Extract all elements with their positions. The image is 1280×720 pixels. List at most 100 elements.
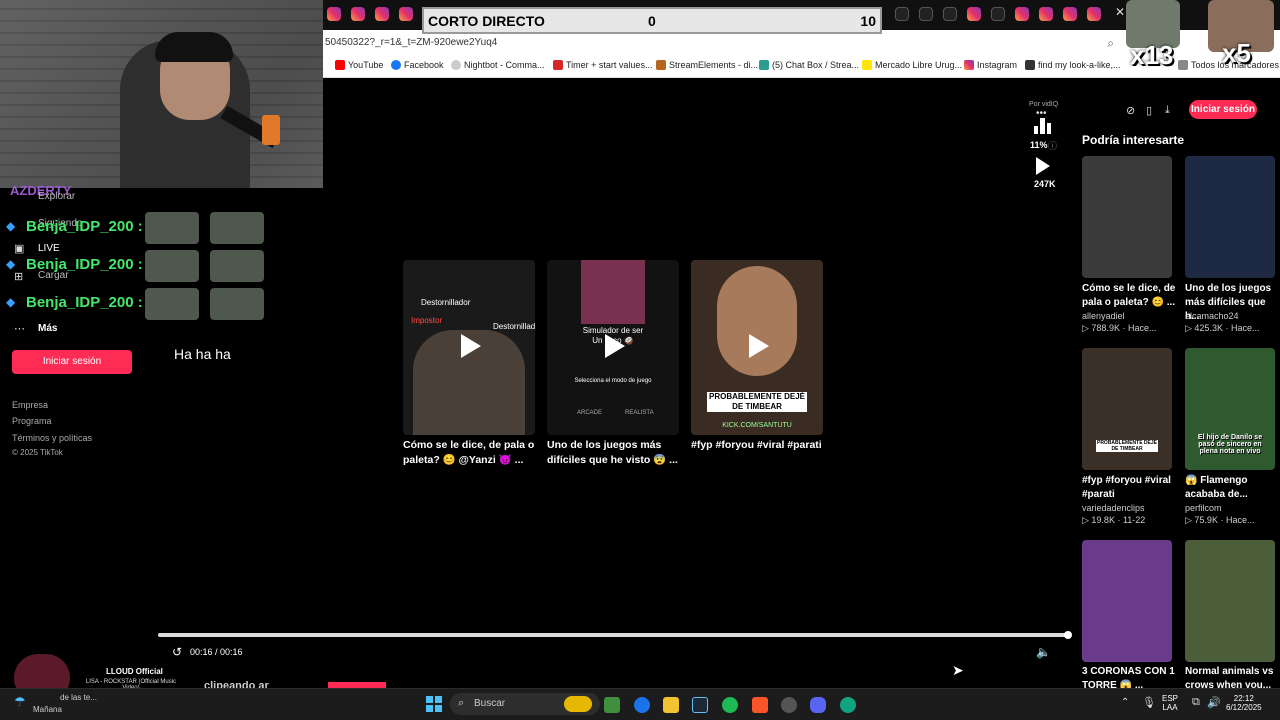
views-play-icon (1036, 157, 1050, 175)
phone-icon[interactable]: ▯ (1146, 104, 1152, 117)
chat-message: Ha ha ha (174, 346, 231, 362)
footer-programa[interactable]: Programa (12, 416, 52, 426)
language-indicator[interactable]: ESP LAA (1162, 694, 1178, 712)
microphone-icon[interactable]: 🎙 (1142, 696, 1156, 709)
footer-terminos[interactable]: Términos y políticas (12, 433, 92, 443)
obs-icon[interactable] (781, 697, 797, 713)
brave-icon[interactable] (752, 697, 768, 713)
chat-emote (210, 288, 264, 320)
footer-empresa[interactable]: Empresa (12, 400, 48, 410)
video-caption[interactable]: Cómo se le dice, de pala o paleta? 😊 @Ya… (403, 438, 535, 468)
display-icon[interactable]: ⧉ (1192, 696, 1200, 709)
weather-label[interactable]: Mañana (33, 705, 62, 714)
instagram-tab-icon[interactable] (351, 7, 365, 21)
instagram-tab-icon[interactable] (399, 7, 413, 21)
tiktok-tab-icon[interactable] (943, 7, 957, 21)
download-icon[interactable]: ⤓ (1165, 104, 1170, 117)
recommendation-card[interactable] (1185, 156, 1275, 278)
video-card[interactable]: PROBABLEMENTE DEJÉ DE TIMBEAR KICK.COM/S… (691, 260, 823, 435)
zoom-icon[interactable]: ⌕ (1107, 30, 1114, 56)
login-button-top[interactable]: Iniciar sesión (1189, 100, 1257, 119)
weather-icon: ☂ (14, 694, 26, 709)
streamelements-icon (656, 60, 666, 70)
time-display: 00:16 / 00:16 (190, 647, 243, 657)
video-caption[interactable]: #fyp #foryou #viral #parati (691, 438, 823, 453)
thumbnail-person (581, 260, 645, 324)
bookmark-instagram[interactable]: Instagram (964, 60, 1017, 70)
weather-widget-icon (564, 696, 592, 712)
bookmark-lookalike[interactable]: find my look-a-like,... (1025, 60, 1121, 70)
recommendation-author[interactable]: allenyadiel (1082, 311, 1125, 321)
recommendation-card[interactable] (1082, 540, 1172, 662)
bookmark-nightbot[interactable]: Nightbot - Comma... (451, 60, 545, 70)
steam-icon[interactable] (692, 697, 708, 713)
discord-icon[interactable] (810, 697, 826, 713)
bar-chart-icon[interactable] (1034, 118, 1052, 134)
lamp (262, 115, 280, 145)
recommendation-author[interactable]: elcamacho24 (1185, 311, 1239, 321)
tiktok-tab-icon[interactable] (895, 7, 909, 21)
tiktok-tab-icon[interactable] (991, 7, 1005, 21)
recommendation-card[interactable] (1082, 156, 1172, 278)
instagram-tab-icon[interactable] (1063, 7, 1077, 21)
instagram-tab-icon[interactable] (1039, 7, 1053, 21)
recommendation-card[interactable] (1185, 540, 1275, 662)
clock[interactable]: 22:12 6/12/2025 (1226, 694, 1262, 712)
instagram-tab-icon[interactable] (375, 7, 389, 21)
address-text: 50450322?_r=1&_t=ZM-920ewe2Yuq4 (325, 37, 498, 48)
chat-username: Benja_IDP_200 : (26, 218, 143, 235)
recommendation-title[interactable]: 😱 Flamengo acababa de... (1185, 474, 1280, 502)
bookmark-youtube[interactable]: YouTube (335, 60, 383, 70)
recommendation-title[interactable]: #fyp #foryou #viral #parati (1082, 474, 1178, 502)
nav-mas[interactable]: Más (38, 323, 57, 334)
video-caption[interactable]: Uno de los juegos más difíciles que he v… (547, 438, 679, 468)
streamer-cap (155, 32, 233, 62)
upload-icon: ⊞ (14, 271, 24, 283)
badge-icon: ◆ (6, 295, 16, 309)
more-icon: ⋯ (14, 323, 25, 335)
flag-icon (1025, 60, 1035, 70)
speaker-icon[interactable]: 🔊 (1207, 696, 1221, 709)
bookmark-chatbox[interactable]: (5) Chat Box / Strea... (759, 60, 859, 70)
recommendation-author[interactable]: perfilcom (1185, 503, 1222, 513)
recommendation-card[interactable]: El hijo de Danilo se pasó de sincero en … (1185, 348, 1275, 470)
minecraft-icon[interactable] (604, 697, 620, 713)
instagram-tab-icon[interactable] (327, 7, 341, 21)
badge-icon: ◆ (6, 257, 16, 271)
replay-icon[interactable]: ↺ (172, 645, 182, 659)
chat-emote (145, 288, 199, 320)
progress-bar[interactable] (158, 633, 1068, 637)
mercadolibre-icon (862, 60, 872, 70)
bookmark-facebook[interactable]: Facebook (391, 60, 444, 70)
file-explorer-icon[interactable] (663, 697, 679, 713)
instagram-icon (964, 60, 974, 70)
nav-explorar[interactable]: Explorar (38, 191, 75, 202)
instagram-tab-icon[interactable] (1087, 7, 1101, 21)
bookmark-mercadolibre[interactable]: Mercado Libre Urug... (862, 60, 962, 70)
video-card[interactable]: Simulador de ser Un coco 🥥 Selecciona el… (547, 260, 679, 435)
bookmark-streamelements[interactable]: StreamElements - di... (656, 60, 758, 70)
tiktok-tab-icon[interactable] (919, 7, 933, 21)
spotify-icon[interactable] (722, 697, 738, 713)
volume-icon[interactable]: 🔈 (1036, 645, 1051, 659)
recommendation-title[interactable]: Cómo se le dice, de pala o paleta? 😊 ... (1082, 282, 1178, 310)
windows-start-icon[interactable] (426, 696, 442, 712)
play-icon (749, 334, 769, 358)
scoreboard-overlay: CORTO DIRECTO 0 10 (422, 7, 882, 34)
chatgpt-icon[interactable] (840, 697, 856, 713)
instagram-tab-icon[interactable] (1015, 7, 1029, 21)
recommendation-author[interactable]: variedadenclips (1082, 503, 1145, 513)
chevron-up-icon[interactable]: ⌃ (1121, 697, 1129, 708)
bookmark-timer[interactable]: Timer + start values... (553, 60, 652, 70)
recommendation-card[interactable]: PROBABLEMENTE DEJÉ DE TIMBEAR (1082, 348, 1172, 470)
close-tab-icon[interactable]: ✕ (1115, 5, 1125, 19)
info-icon[interactable]: ⓘ (1048, 139, 1057, 152)
compass-icon[interactable]: ⊘ (1126, 104, 1135, 117)
footer-copyright: © 2025 TikTok (12, 448, 63, 457)
instagram-tab-icon[interactable] (967, 7, 981, 21)
nav-live[interactable]: LIVE (38, 243, 60, 254)
video-card[interactable]: Destornillador Impostor Destornillador (403, 260, 535, 435)
login-button[interactable]: Iniciar sesión (12, 350, 132, 374)
chrome-icon[interactable] (634, 697, 650, 713)
progress-handle[interactable] (1064, 631, 1072, 639)
